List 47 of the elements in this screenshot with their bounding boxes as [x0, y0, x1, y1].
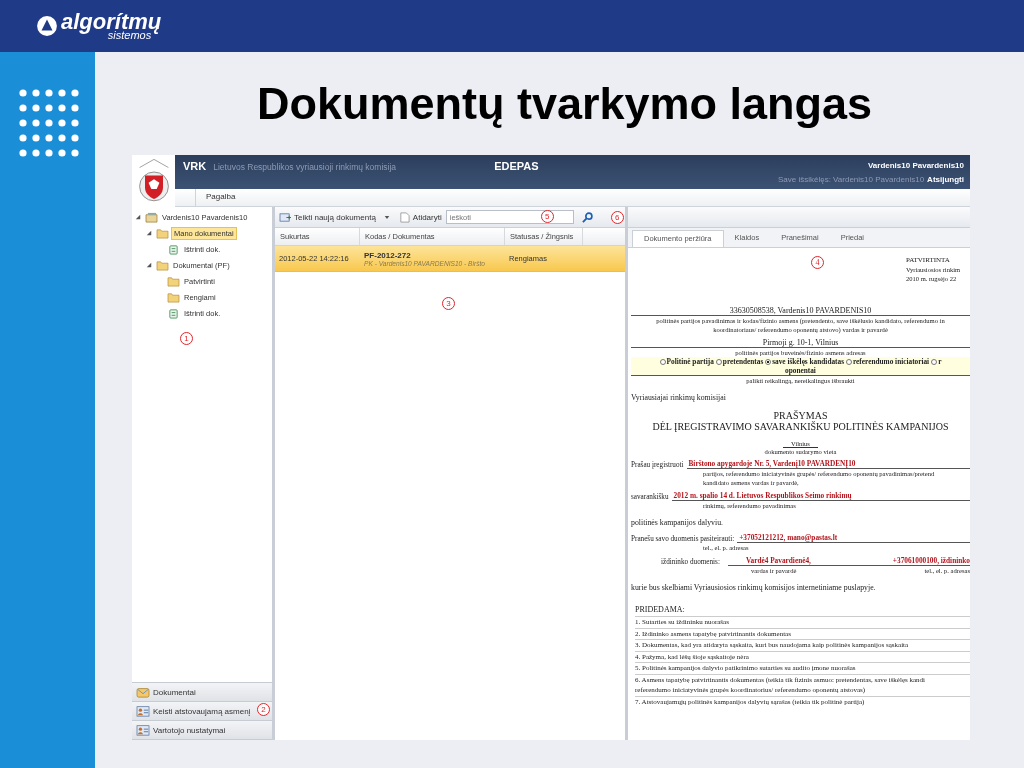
- folder-stack-icon: [145, 211, 158, 223]
- new-document-icon: [279, 211, 292, 223]
- contact-card-icon: [136, 724, 150, 736]
- form-value: Pirmoji g. 10-1, Vilnius: [762, 338, 839, 347]
- bin-icon: [167, 243, 180, 255]
- folder-icon: [167, 291, 180, 303]
- radio-button[interactable]: [846, 358, 852, 365]
- slide-title: Dokumentų tvarkymo langas: [255, 76, 874, 131]
- folder-icon: [167, 275, 180, 287]
- form-value: 33630508538, Vardenis10 PAVARDENIS10: [729, 306, 872, 315]
- nominee-label: Save išsikėlęs: Vardenis10 Pavardenis10: [777, 175, 925, 184]
- caret-icon[interactable]: [383, 214, 390, 220]
- search-icon[interactable]: [581, 211, 593, 223]
- radio-button[interactable]: [715, 358, 722, 365]
- mail-icon: [136, 686, 150, 698]
- collapse-triangle-icon[interactable]: [146, 262, 152, 268]
- folder-icon: [156, 227, 169, 239]
- new-document-button[interactable]: Teikti naują dokumentą: [279, 211, 376, 223]
- document-code: PF-2012-272: [364, 250, 412, 260]
- callout-number: 2: [257, 703, 270, 716]
- list-title: PRIDEDAMA:: [635, 604, 686, 616]
- logo-wordmark: algorítmų: [61, 11, 162, 33]
- dot-grid-drawing: [19, 89, 79, 159]
- user-name: Vardenis10 Pavardenis10: [867, 161, 964, 170]
- folder-icon: [156, 259, 169, 271]
- document-icon: [397, 211, 411, 223]
- logo-icon: [36, 15, 58, 37]
- radio-button[interactable]: [765, 358, 772, 365]
- callout-number: 4: [811, 256, 824, 269]
- bin-icon: [167, 307, 180, 319]
- product-name: EDEPAS: [494, 160, 539, 172]
- callout-number: 6: [610, 210, 624, 224]
- open-button[interactable]: Atidaryti: [397, 211, 442, 223]
- collapse-triangle-icon[interactable]: [135, 214, 141, 220]
- callout-number: 1: [180, 332, 193, 345]
- callout-number: 3: [442, 297, 455, 310]
- radio-button[interactable]: [931, 358, 938, 365]
- radio-button[interactable]: [659, 358, 666, 365]
- collapse-triangle-icon[interactable]: [146, 230, 152, 236]
- contact-card-icon: [136, 705, 150, 717]
- brand-label: VRK: [183, 160, 207, 172]
- menu-item[interactable]: Pagalba: [195, 189, 246, 206]
- nav-button[interactable]: Keisti atstovaujamą asmenį: [132, 705, 251, 717]
- document-heading: PRAŠYMAS: [773, 410, 828, 421]
- organization-name: Lietuvos Respublikos vyriausioji rinkimų komisija: [213, 162, 398, 172]
- document-heading: DĖL ĮREGISTRAVIMO SAVARANKIŠKU POLITINĖS KAMPANIJOS: [652, 421, 949, 432]
- logout-link[interactable]: Atsijungti: [927, 175, 964, 184]
